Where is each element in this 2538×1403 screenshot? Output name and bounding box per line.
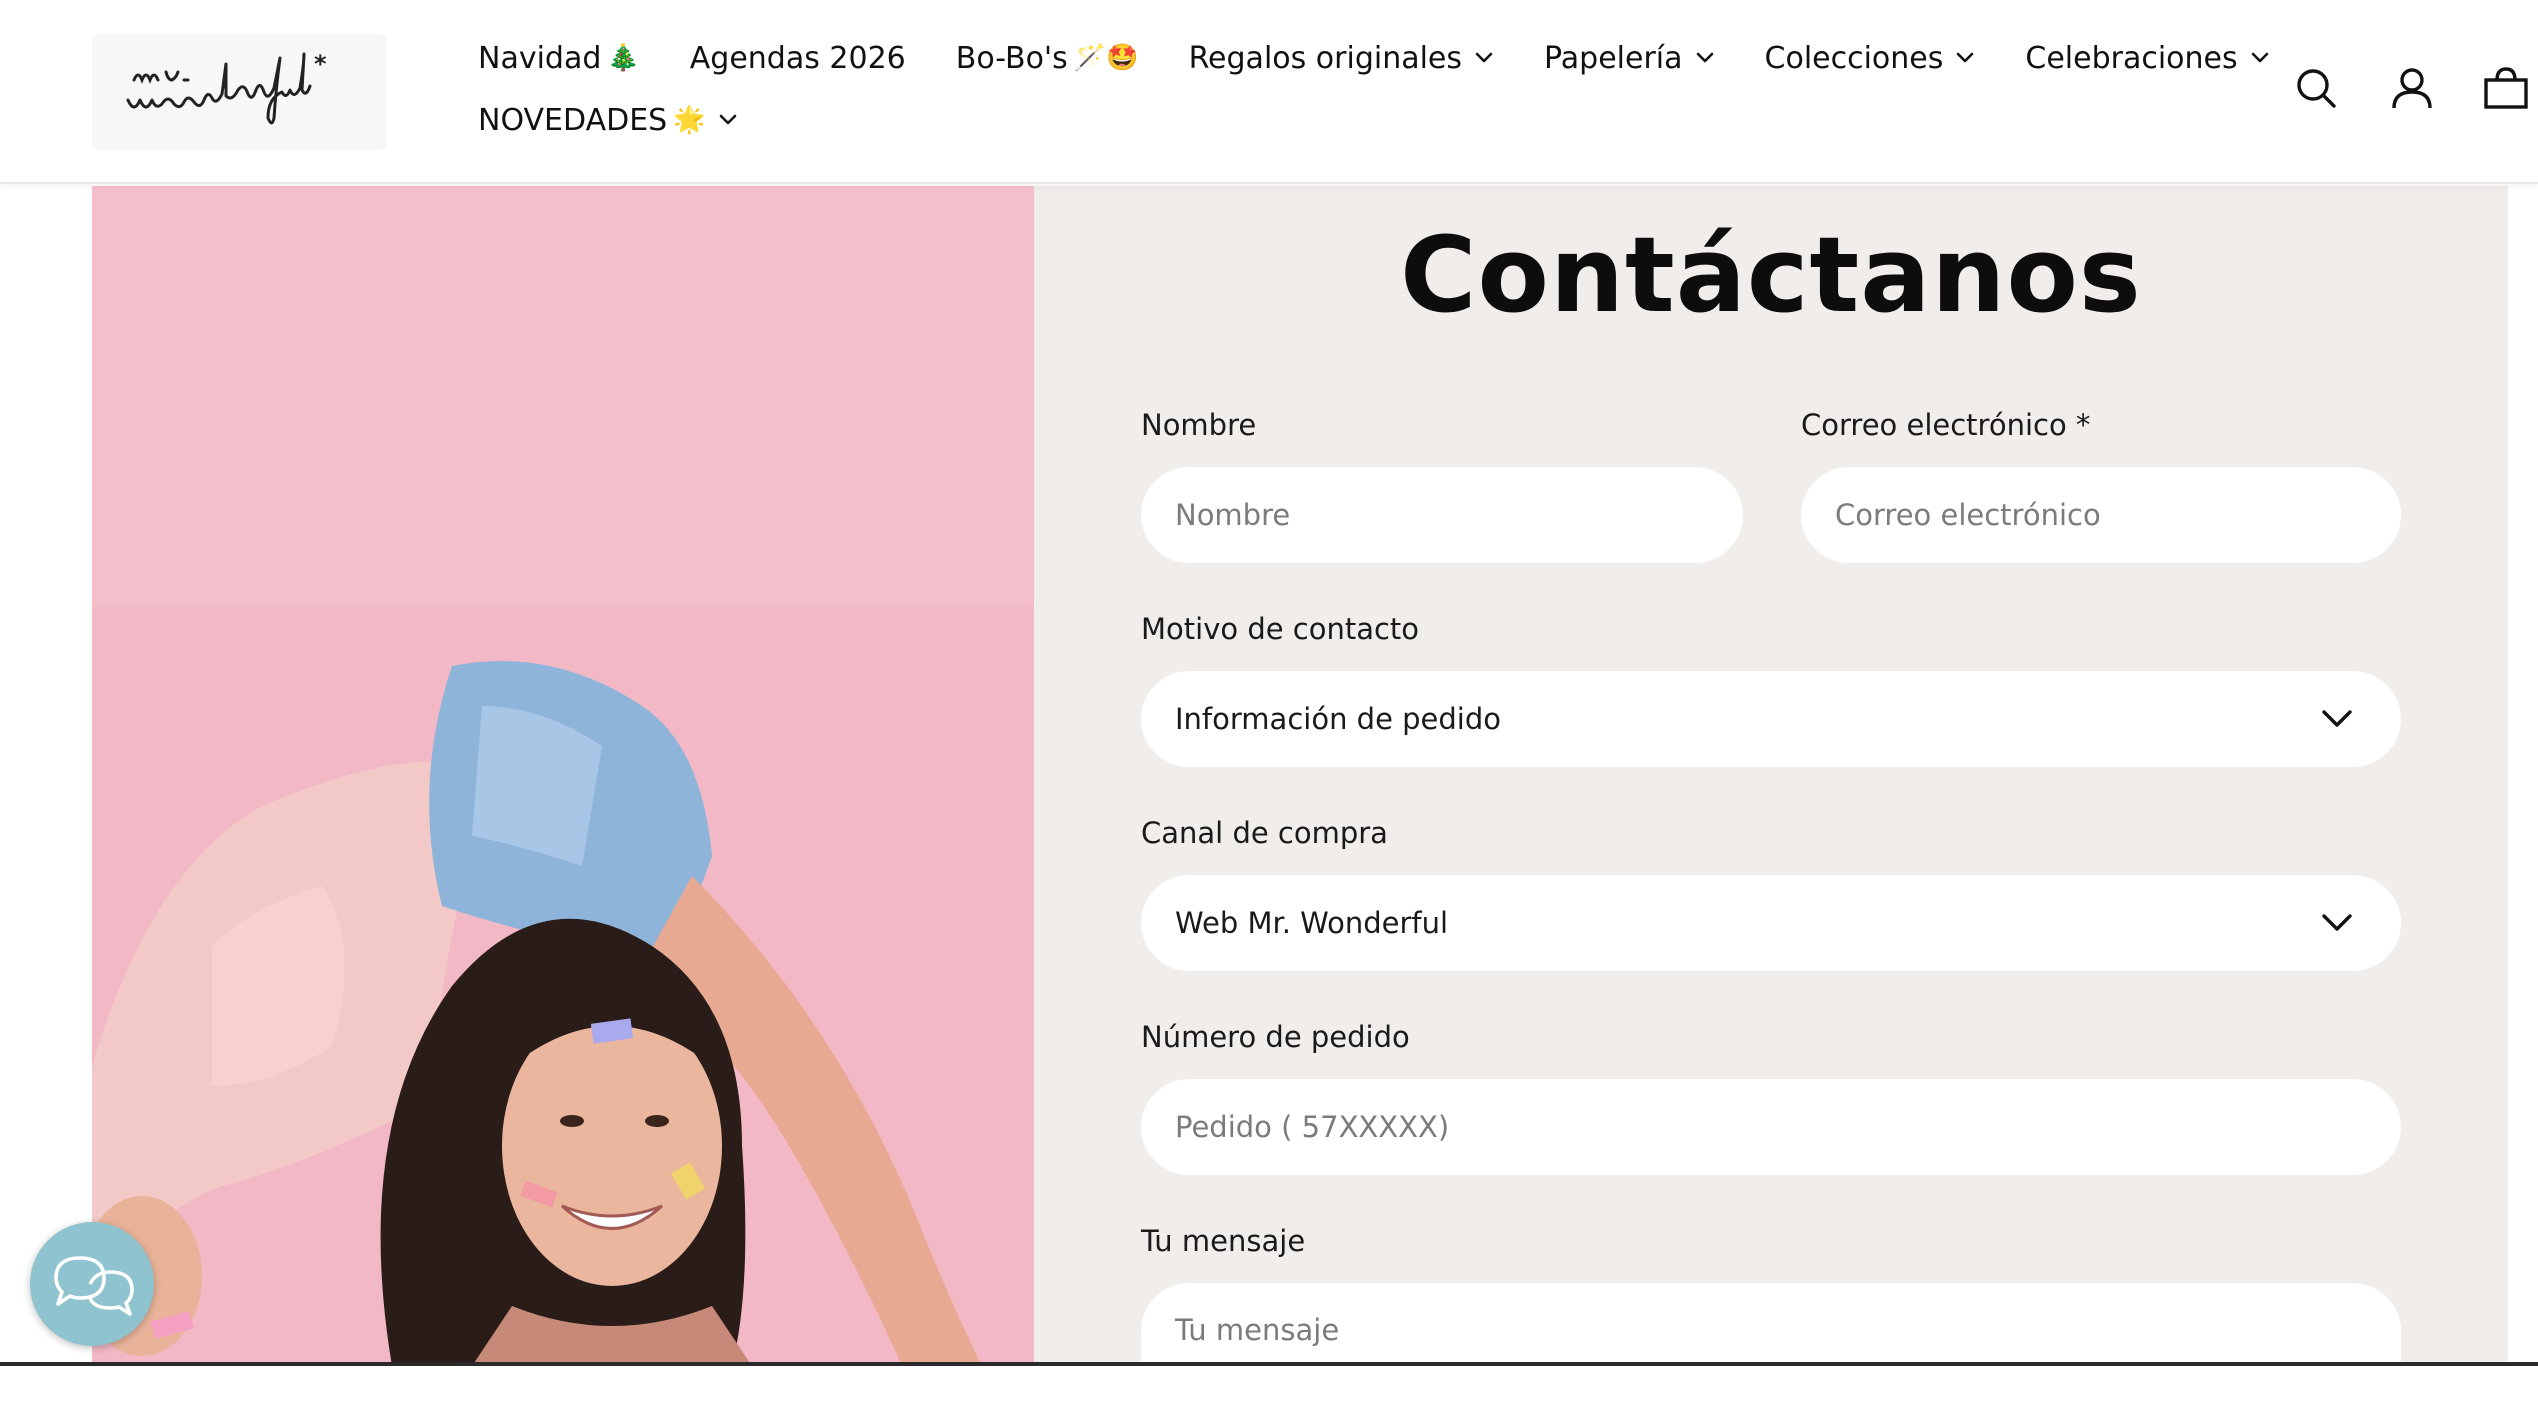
chevron-down-icon	[719, 114, 736, 125]
contact-form-panel: Contáctanos Nombre Correo electrónico * …	[1034, 186, 2508, 1403]
nav-item-label: Colecciones	[1764, 40, 1944, 76]
nav-row-primary: Navidad 🎄 Agendas 2026 Bo-Bo's 🪄🤩 Regalos …	[478, 32, 2268, 84]
nav-item-label: Agendas 2026	[689, 40, 906, 76]
nav-item-label: NOVEDADES	[478, 102, 668, 138]
nav-item-regalos[interactable]: Regalos originales	[1189, 41, 1494, 76]
order-number-field[interactable]	[1141, 1079, 2401, 1175]
name-field[interactable]	[1141, 467, 1743, 563]
nav-item-label: Papelería	[1544, 40, 1683, 76]
reason-select[interactable]: Información de pedido	[1141, 671, 2401, 767]
order-number-label: Número de pedido	[1141, 1020, 1410, 1054]
brand-logo[interactable]: *	[92, 34, 386, 150]
girls-photo-illustration	[92, 186, 1034, 1366]
nav-item-label: Regalos originales	[1188, 40, 1463, 76]
chevron-down-icon	[1696, 52, 1713, 63]
site-header: * Navidad 🎄 Agendas 2026 Bo-Bo's 🪄🤩 Regalo…	[0, 0, 2538, 184]
nav-item-agendas[interactable]: Agendas 2026	[690, 41, 906, 76]
main-nav: Navidad 🎄 Agendas 2026 Bo-Bo's 🪄🤩 Regalos …	[478, 32, 2268, 156]
message-field[interactable]	[1141, 1283, 2401, 1403]
account-icon[interactable]	[2384, 60, 2440, 116]
star-emoji-icon: 🌟	[673, 105, 706, 135]
chevron-down-icon	[2251, 52, 2268, 63]
nav-item-colecciones[interactable]: Colecciones	[1765, 41, 1976, 76]
chat-button[interactable]	[30, 1222, 154, 1346]
email-label: Correo electrónico *	[1801, 408, 2091, 442]
nav-item-label: Celebraciones	[2025, 40, 2238, 76]
nav-item-navidad[interactable]: Navidad 🎄	[478, 41, 640, 76]
nav-row-secondary: NOVEDADES 🌟	[478, 94, 2118, 146]
email-field[interactable]	[1801, 467, 2401, 563]
nav-item-novedades[interactable]: NOVEDADES 🌟	[478, 103, 738, 138]
nav-item-celebraciones[interactable]: Celebraciones	[2025, 41, 2269, 76]
reason-selected-value: Información de pedido	[1175, 702, 1501, 736]
nav-item-bobos[interactable]: Bo-Bo's 🪄🤩	[956, 41, 1139, 76]
chevron-down-icon	[2322, 914, 2352, 931]
message-label: Tu mensaje	[1141, 1224, 1306, 1258]
hero-photo	[92, 186, 1034, 1366]
chevron-down-icon	[1957, 52, 1974, 63]
svg-text:*: *	[314, 50, 327, 78]
chevron-down-icon	[2322, 710, 2352, 727]
magic-wand-emoji-icon: 🪄🤩	[1073, 43, 1139, 73]
cart-icon[interactable]	[2478, 60, 2534, 116]
channel-label: Canal de compra	[1141, 816, 1388, 850]
nav-item-label: Navidad	[478, 40, 602, 76]
channel-select[interactable]: Web Mr. Wonderful	[1141, 875, 2401, 971]
chevron-down-icon	[1475, 52, 1493, 63]
reason-label: Motivo de contacto	[1141, 612, 1420, 646]
tree-emoji-icon: 🎄	[607, 43, 640, 73]
name-label: Nombre	[1141, 408, 1257, 442]
chat-bubbles-icon	[54, 1256, 134, 1316]
header-actions	[2288, 60, 2538, 116]
channel-selected-value: Web Mr. Wonderful	[1175, 906, 1449, 940]
logo-wordmark: *	[126, 50, 327, 125]
nav-item-label: Bo-Bo's	[955, 40, 1068, 76]
search-icon[interactable]	[2288, 60, 2344, 116]
window-bottom-edge	[0, 1362, 2538, 1366]
page-title: Contáctanos	[1400, 214, 2142, 336]
nav-item-papeleria[interactable]: Papelería	[1544, 41, 1714, 76]
